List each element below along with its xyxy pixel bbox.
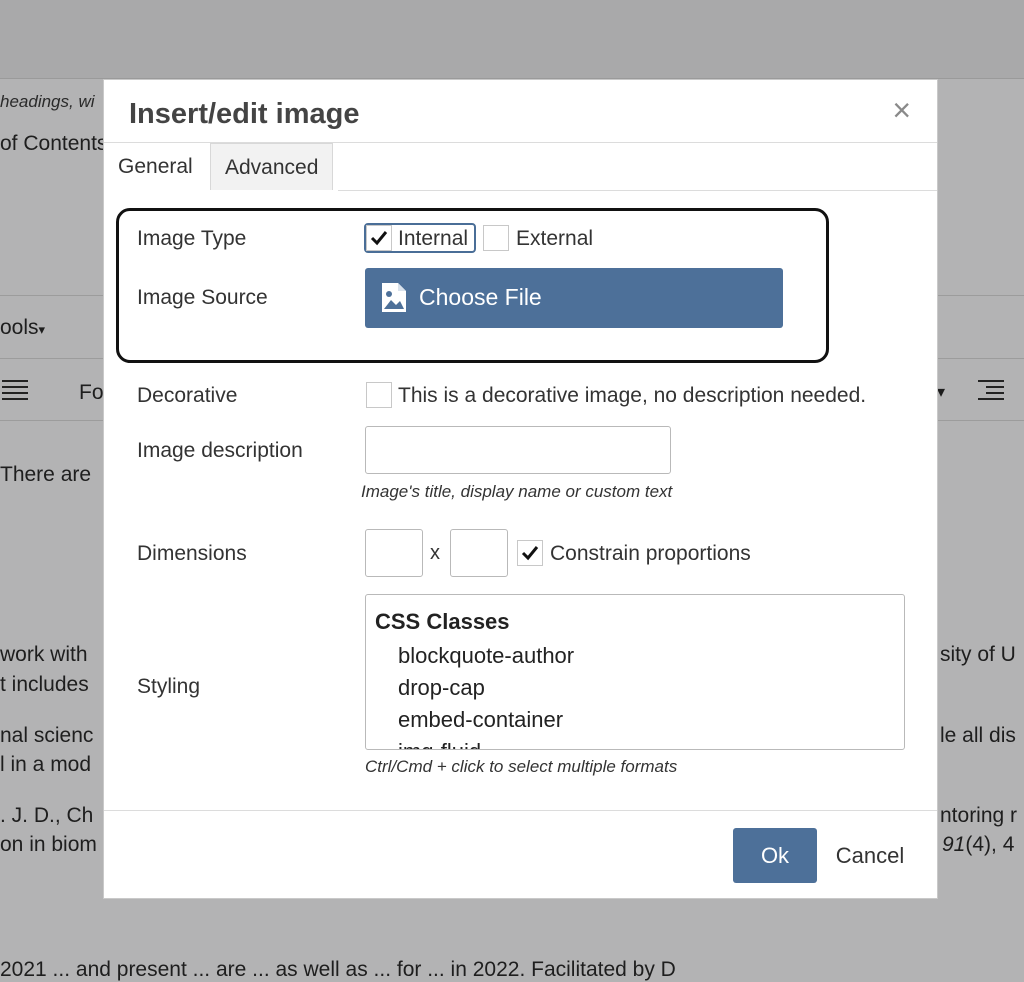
internal-label[interactable]: Internal [398, 227, 468, 251]
css-class-option[interactable]: drop-cap [398, 675, 485, 701]
bg-tools-menu: ools▾ [0, 316, 45, 340]
image-description-label: Image description [137, 439, 303, 462]
tab-advanced[interactable]: Advanced [210, 143, 334, 190]
styling-label: Styling [137, 675, 201, 698]
image-source-label: Image Source [137, 286, 268, 309]
constrain-proportions-label[interactable]: Constrain proportions [550, 542, 751, 566]
image-description-input[interactable] [365, 426, 671, 474]
css-class-option[interactable]: embed-container [398, 707, 563, 733]
checkmark-icon [370, 231, 388, 246]
bg-text-citation: 91(4), 4 [942, 833, 1014, 857]
align-justify-icon [2, 380, 28, 402]
constrain-proportions-checkbox[interactable] [517, 540, 543, 566]
editor-header-band [0, 0, 1024, 79]
image-file-icon [382, 283, 406, 312]
css-class-option[interactable]: img-fluid [398, 739, 481, 749]
css-classes-group-header: CSS Classes [375, 609, 510, 634]
bg-text-work: work with [0, 643, 88, 666]
external-label[interactable]: External [516, 227, 593, 251]
decorative-checkbox[interactable] [366, 382, 392, 408]
choose-file-label: Choose File [419, 284, 542, 310]
decorative-checkbox-text[interactable]: This is a decorative image, no descripti… [398, 384, 866, 408]
bg-font-menu: Fo [79, 381, 104, 404]
dimensions-separator: x [430, 542, 440, 564]
caret-down-icon: ▾ [937, 384, 946, 401]
caret-down-icon: ▾ [38, 322, 46, 337]
bg-text-le: le all dis [940, 724, 1016, 747]
css-class-option[interactable]: blockquote-author [398, 643, 574, 669]
bg-issue: (4), 4 [965, 833, 1015, 856]
bg-text-nal: nal scienc [0, 724, 94, 747]
insert-edit-image-dialog: Insert/edit image × General Advanced Ima… [103, 79, 938, 899]
bg-text-bottom: 2021 ... and present ... are ... as well… [0, 958, 676, 981]
tab-general[interactable]: General [104, 143, 207, 190]
image-type-label: Image Type [137, 227, 247, 250]
close-icon[interactable]: × [892, 94, 911, 126]
bg-text-sity: sity of U [940, 643, 1016, 666]
bg-text-there: There are [0, 463, 92, 486]
bg-text-jd: . J. D., Ch [0, 804, 94, 827]
outdent-icon [978, 380, 1004, 402]
image-description-hint: Image's title, display name or custom te… [361, 482, 673, 501]
tab-divider [338, 190, 937, 191]
bg-volume: 91 [942, 833, 966, 856]
external-checkbox[interactable] [483, 225, 509, 251]
bg-tools-label: ools [0, 316, 39, 339]
bg-text-biom: on in biom [0, 833, 97, 856]
height-input[interactable] [450, 529, 508, 577]
choose-file-button[interactable]: Choose File [365, 268, 783, 328]
checkmark-icon [521, 546, 539, 561]
bg-text-includes: t includes [0, 673, 89, 696]
bg-text-mod: l in a mod [0, 753, 92, 776]
bg-text-contents: of Contents [0, 132, 108, 155]
decorative-label: Decorative [137, 384, 238, 407]
cancel-button[interactable]: Cancel [824, 828, 916, 883]
styling-hint: Ctrl/Cmd + click to select multiple form… [365, 757, 678, 776]
bg-text-ntoring: ntoring r [940, 804, 1018, 827]
footer-divider [104, 810, 937, 811]
bg-text-headings: headings, wi [0, 92, 95, 111]
ok-button[interactable]: Ok [733, 828, 817, 883]
css-classes-listbox[interactable]: CSS Classes blockquote-author drop-cap e… [365, 594, 905, 750]
internal-checkbox[interactable] [366, 225, 392, 251]
dimensions-label: Dimensions [137, 542, 247, 565]
width-input[interactable] [365, 529, 423, 577]
dialog-title: Insert/edit image [129, 98, 360, 130]
